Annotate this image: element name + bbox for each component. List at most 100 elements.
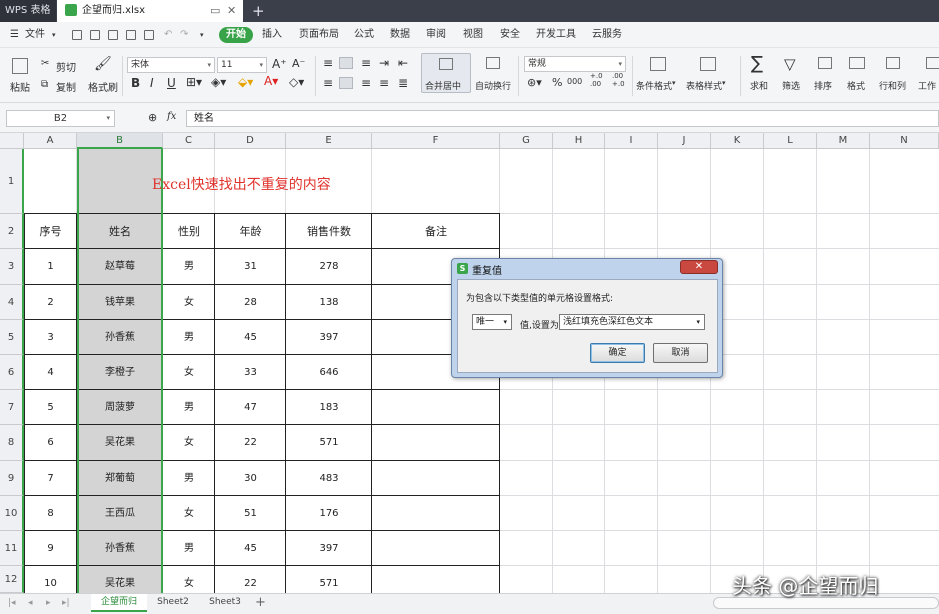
table-cell[interactable]: 吴花果 (77, 425, 163, 461)
chevron-down-icon[interactable]: ▾ (52, 22, 56, 48)
font-size-select[interactable]: 11 ▾ (217, 57, 267, 73)
row-header[interactable]: 2 (0, 214, 24, 249)
table-cell[interactable]: 397 (286, 320, 372, 355)
name-box[interactable]: B2 ▾ (6, 110, 115, 127)
table-cell[interactable]: 571 (286, 425, 372, 461)
table-cell[interactable]: 571 (286, 566, 372, 593)
font-color-icon[interactable]: A▾ (264, 74, 278, 88)
column-header[interactable]: A (24, 133, 77, 149)
print-preview-icon[interactable] (144, 30, 154, 40)
format-icon[interactable] (849, 57, 865, 69)
table-cell[interactable]: 45 (215, 531, 286, 566)
underline-button[interactable]: U (167, 76, 176, 90)
table-cell[interactable]: 郑葡萄 (77, 461, 163, 496)
table-cell[interactable]: 138 (286, 285, 372, 320)
copy-button[interactable]: 复制 (56, 79, 76, 94)
decrease-decimal-button[interactable]: .00 +.0 (612, 72, 628, 88)
column-header[interactable]: C (163, 133, 215, 149)
thousands-button[interactable]: 000 (567, 77, 582, 86)
tab-page-layout[interactable]: 页面布局 (299, 22, 339, 48)
format-select[interactable]: 浅红填充色深红色文本 ▾ (559, 314, 705, 330)
filter-icon[interactable]: ▽ (784, 55, 796, 73)
table-cell[interactable]: 483 (286, 461, 372, 496)
indent-icon[interactable]: ⇥ (379, 56, 389, 70)
tab-data[interactable]: 数据 (390, 22, 410, 48)
paste-icon[interactable] (12, 58, 28, 74)
table-cell[interactable] (372, 425, 500, 461)
row-header[interactable]: 3 (0, 249, 24, 285)
customize-icon[interactable]: ▾ (200, 22, 204, 48)
table-cell[interactable]: 女 (163, 566, 215, 593)
table-cell[interactable]: 孙香蕉 (77, 531, 163, 566)
merge-center-button[interactable]: 合并居中 (421, 53, 471, 93)
table-cell[interactable]: 397 (286, 531, 372, 566)
wrap-text-icon[interactable] (486, 57, 500, 69)
column-header[interactable]: E (286, 133, 372, 149)
chevron-down-icon[interactable]: ▾ (672, 79, 676, 87)
hamburger-icon[interactable]: ☰ (10, 22, 19, 48)
sheet-tab[interactable]: Sheet2 (148, 594, 198, 612)
table-header-cell[interactable]: 销售件数 (286, 214, 372, 249)
tab-review[interactable]: 审阅 (426, 22, 446, 48)
fill-color-icon[interactable]: ◈▾ (211, 75, 226, 89)
row-header[interactable]: 4 (0, 285, 24, 320)
row-col-button[interactable]: 行和列 (879, 79, 906, 92)
align-right-icon[interactable]: ≡ (361, 76, 371, 90)
table-cell[interactable]: 女 (163, 496, 215, 531)
column-header[interactable]: M (817, 133, 870, 149)
table-cell[interactable]: 31 (215, 249, 286, 285)
sheet-tab-active[interactable]: 企望而归 (91, 594, 147, 612)
worksheet-icon[interactable] (926, 57, 939, 69)
align-left-icon[interactable]: ≡ (323, 76, 333, 90)
add-sheet-button[interactable]: + (255, 594, 266, 612)
format-painter-icon[interactable]: 🖌 (94, 56, 112, 72)
row-header[interactable]: 1 (0, 149, 24, 214)
formula-input[interactable]: 姓名 (186, 110, 939, 127)
save-icon[interactable] (90, 30, 100, 40)
paste-button[interactable]: 粘贴 (10, 79, 30, 94)
print-icon[interactable] (126, 30, 136, 40)
borders-icon[interactable]: ⊞▾ (186, 75, 202, 89)
format-painter-button[interactable]: 格式刷 (88, 79, 118, 94)
tab-insert[interactable]: 插入 (262, 22, 282, 48)
table-cell[interactable]: 5 (24, 390, 77, 425)
column-header[interactable]: N (870, 133, 939, 149)
table-cell[interactable]: 22 (215, 566, 286, 593)
highlight-icon[interactable]: ⬙▾ (238, 75, 253, 89)
table-cell[interactable]: 男 (163, 461, 215, 496)
align-center-icon[interactable] (339, 77, 353, 89)
chevron-down-icon[interactable]: ▾ (722, 79, 726, 87)
sum-icon[interactable]: ∑ (751, 53, 763, 74)
align-bottom-icon[interactable]: ≡ (361, 56, 371, 70)
select-all-corner[interactable] (0, 133, 24, 149)
column-header[interactable]: B (77, 133, 163, 149)
table-cell[interactable]: 男 (163, 390, 215, 425)
row-header[interactable]: 5 (0, 320, 24, 355)
last-sheet-icon[interactable]: ▸| (62, 594, 70, 612)
increase-decimal-button[interactable]: +.0 .00 (590, 72, 606, 88)
document-tab[interactable]: 企望而归.xlsx ▭ ✕ (57, 0, 243, 22)
table-cell[interactable]: 钱苹果 (77, 285, 163, 320)
value-type-select[interactable]: 唯一 ▾ (472, 314, 512, 330)
row-header[interactable]: 12 (0, 566, 24, 593)
row-header[interactable]: 11 (0, 531, 24, 566)
cancel-button[interactable]: 取消 (653, 343, 708, 363)
row-header[interactable]: 8 (0, 425, 24, 461)
italic-button[interactable]: I (150, 76, 154, 90)
table-cell[interactable]: 9 (24, 531, 77, 566)
sum-button[interactable]: 求和 (750, 79, 768, 92)
open-icon[interactable] (72, 30, 82, 40)
table-header-cell[interactable]: 姓名 (77, 214, 163, 249)
table-header-cell[interactable]: 性别 (163, 214, 215, 249)
tab-view[interactable]: 视图 (463, 22, 483, 48)
table-cell[interactable]: 女 (163, 285, 215, 320)
app-tab[interactable]: WPS 表格 (0, 0, 56, 22)
table-header-cell[interactable]: 备注 (372, 214, 500, 249)
table-header-cell[interactable]: 序号 (24, 214, 77, 249)
shrink-font-icon[interactable]: A⁻ (292, 57, 305, 70)
table-cell[interactable]: 男 (163, 249, 215, 285)
distribute-icon[interactable]: ≣ (398, 76, 408, 90)
table-header-cell[interactable]: 年龄 (215, 214, 286, 249)
first-sheet-icon[interactable]: |◂ (8, 594, 16, 612)
row-header[interactable]: 10 (0, 496, 24, 531)
